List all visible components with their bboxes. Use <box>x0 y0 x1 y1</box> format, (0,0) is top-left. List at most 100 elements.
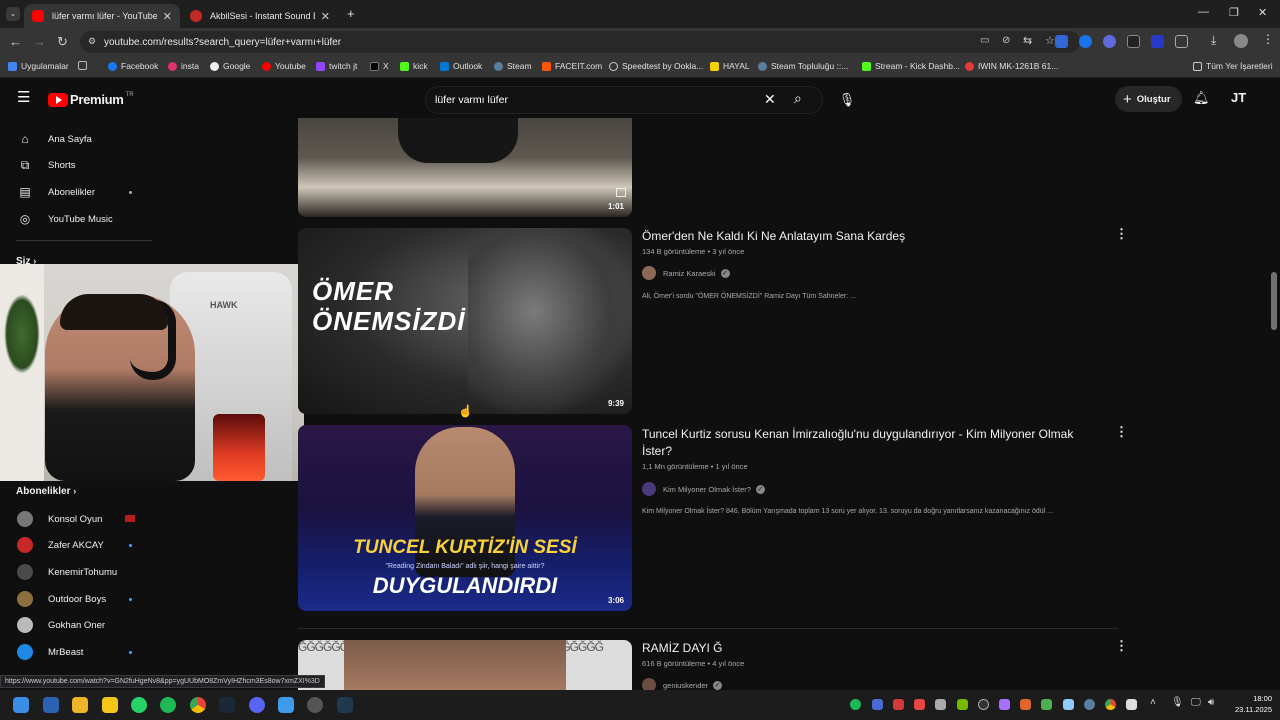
sidebar-subscriptions-header[interactable]: Abonelikler › <box>16 486 76 497</box>
extension-5-icon[interactable] <box>1151 35 1164 48</box>
site-info-icon[interactable]: ⚙ <box>88 36 96 47</box>
forward-icon[interactable]: → <box>33 34 46 49</box>
task-app-5-icon[interactable] <box>337 697 353 713</box>
file-explorer-icon[interactable] <box>102 697 118 713</box>
chrome-menu-icon[interactable]: ⋮ <box>1262 32 1274 46</box>
restore-icon[interactable]: ❐ <box>1229 6 1239 19</box>
notifications-bell-icon[interactable]: 🔔︎ <box>1193 90 1210 106</box>
chrome-icon[interactable] <box>190 697 206 713</box>
close-tab-icon[interactable]: ✕ <box>163 10 172 23</box>
sidebar-item-subscriptions[interactable]: ▤ Abonelikler <box>0 180 150 204</box>
steam-taskbar-icon[interactable] <box>219 697 235 713</box>
task-app-2-icon[interactable] <box>72 697 88 713</box>
video-thumbnail[interactable]: 1:01 <box>298 118 632 217</box>
close-window-icon[interactable]: ✕ <box>1258 6 1267 19</box>
taskbar-clock[interactable]: 18:00 23.11.2025 <box>1228 693 1272 715</box>
start-windows-icon[interactable] <box>13 697 29 713</box>
tray-app-icon[interactable] <box>914 699 925 710</box>
channel-link[interactable]: Kim Milyoner Olmak İster? ✓ <box>642 482 765 496</box>
subscription-zafer-akcay[interactable]: Zafer AKCAY <box>0 533 150 557</box>
extension-4-icon[interactable] <box>1127 35 1140 48</box>
bookmark-iwin[interactable]: IWIN MK-1261B 61... <box>965 61 1058 71</box>
tray-app-icon[interactable] <box>1041 699 1052 710</box>
extension-1-icon[interactable] <box>1055 35 1068 48</box>
bookmark-kick-dashboard[interactable]: Stream - Kick Dashb... <box>862 61 960 71</box>
create-button[interactable]: + Oluştur <box>1115 86 1182 112</box>
reload-icon[interactable]: ↻ <box>57 34 68 50</box>
bookmark-google[interactable]: Google <box>210 61 250 71</box>
task-app-1-icon[interactable] <box>43 697 59 713</box>
tray-nvidia-icon[interactable] <box>957 699 968 710</box>
bookmark-steam[interactable]: Steam <box>494 61 532 71</box>
more-actions-icon[interactable]: ⋮ <box>1115 424 1128 440</box>
subscription-konsol-oyun[interactable]: Konsol Oyun <box>0 507 150 531</box>
bookmark-hayal[interactable]: HAYAL <box>710 61 750 71</box>
back-icon[interactable]: ← <box>9 34 22 49</box>
youtube-logo[interactable]: Premium TR <box>48 92 134 107</box>
page-scrollbar-thumb[interactable] <box>1271 272 1277 330</box>
tray-app-icon[interactable] <box>978 699 989 710</box>
tray-app-icon[interactable] <box>1020 699 1031 710</box>
search-icon[interactable]: ⌕ <box>794 90 802 107</box>
video-title[interactable]: Tuncel Kurtiz sorusu Kenan İmirzalıoğlu'… <box>642 426 1102 460</box>
video-thumbnail[interactable]: ĞĞĞĞĞĞĞĞĞ ĞĞĞĞĞĞĞĞĞ <box>298 640 632 690</box>
tray-app-icon[interactable] <box>1126 699 1137 710</box>
extension-3-icon[interactable] <box>1103 35 1116 48</box>
cast-icon[interactable]: ▭ <box>980 35 989 46</box>
bookmark-faceit[interactable]: FACEIT.com <box>542 61 602 71</box>
microphone-icon[interactable]: 🎙 <box>1171 697 1184 708</box>
subscription-outdoor-boys[interactable]: Outdoor Boys <box>0 587 150 611</box>
tray-app-icon[interactable] <box>893 699 904 710</box>
tray-app-icon[interactable] <box>999 699 1010 710</box>
new-tab-icon[interactable]: + <box>347 6 355 21</box>
account-avatar[interactable]: JT <box>1231 90 1246 105</box>
bookmark-apps[interactable]: Uygulamalar <box>8 61 69 71</box>
task-app-3-icon[interactable] <box>278 697 294 713</box>
subscription-kenemirtohumu[interactable]: KenemirTohumu <box>0 560 150 584</box>
all-bookmarks[interactable]: Tüm Yer İşaretleri <box>1193 61 1273 71</box>
tab-youtube[interactable]: lüfer varmı lüfer - YouTube ✕ <box>24 4 180 28</box>
video-title[interactable]: RAMİZ DAYI Ğ <box>642 640 1102 657</box>
tab-akbilsesi[interactable]: AkbilSesi - Instant Sound Effect ✕ <box>182 4 338 28</box>
search-input[interactable]: lüfer varmı lüfer ✕ ⌕ <box>425 86 823 114</box>
bookmark-star-icon[interactable]: ☆ <box>1045 34 1055 47</box>
channel-link[interactable]: Ramiz Karaeski ✓ <box>642 266 730 280</box>
extensions-puzzle-icon[interactable] <box>1175 35 1188 48</box>
translate-icon[interactable]: ⇆ <box>1023 34 1032 47</box>
tray-app-icon[interactable] <box>935 699 946 710</box>
network-icon[interactable]: 🖵 <box>1191 697 1201 708</box>
bookmark-outlook[interactable]: Outlook <box>440 61 482 71</box>
tray-spotify-icon[interactable] <box>850 699 861 710</box>
tray-steam-icon[interactable] <box>1084 699 1095 710</box>
task-app-4-icon[interactable] <box>307 697 323 713</box>
video-thumbnail[interactable]: ÖMER ÖNEMSİZDİ 9:39 <box>298 228 632 414</box>
whatsapp-icon[interactable] <box>131 697 147 713</box>
show-hidden-icons[interactable]: ˄ <box>1150 697 1156 708</box>
tab-search-button[interactable]: ⌄ <box>6 7 20 21</box>
sidebar-item-home[interactable]: ⌂ Ana Sayfa <box>0 127 150 151</box>
profile-avatar[interactable] <box>1234 34 1248 48</box>
voice-search-icon[interactable]: 🎙 <box>833 86 861 114</box>
bookmark-x[interactable]: X <box>370 61 389 71</box>
more-actions-icon[interactable]: ⋮ <box>1115 226 1128 242</box>
video-thumbnail[interactable]: TUNCEL KURTİZ'İN SESİ "Reading Zindanı B… <box>298 425 632 611</box>
tray-chrome-icon[interactable] <box>1105 699 1116 710</box>
menu-hamburger-icon[interactable]: ☰ <box>17 90 30 105</box>
volume-icon[interactable]: 🔊︎ <box>1208 697 1214 708</box>
bookmark-twitch[interactable]: twitch jt <box>316 61 357 71</box>
bookmark-speedtest[interactable]: Speedtest by Ookla... <box>609 61 703 71</box>
clear-search-icon[interactable]: ✕ <box>764 91 776 108</box>
download-icon[interactable]: ⤓ <box>1211 33 1216 48</box>
tray-app-icon[interactable] <box>1063 699 1074 710</box>
bookmark-steam-topluluk[interactable]: Steam Topluluğu ::... <box>758 61 848 71</box>
close-tab-icon[interactable]: ✕ <box>321 10 330 23</box>
subscription-mrbeast[interactable]: MrBeast <box>0 640 150 664</box>
subscription-gokhan-oner[interactable]: Gokhan Oner <box>0 613 150 637</box>
minimize-icon[interactable]: — <box>1198 6 1209 18</box>
sidebar-item-youtube-music[interactable]: ◎ YouTube Music <box>0 207 150 231</box>
video-title[interactable]: Ömer'den Ne Kaldı Ki Ne Anlatayım Sana K… <box>642 228 1102 245</box>
tray-app-icon[interactable] <box>872 699 883 710</box>
more-actions-icon[interactable]: ⋮ <box>1115 638 1128 654</box>
bookmark-youtube[interactable]: Youtube <box>262 61 306 71</box>
bookmark-insta[interactable]: insta <box>168 61 199 71</box>
